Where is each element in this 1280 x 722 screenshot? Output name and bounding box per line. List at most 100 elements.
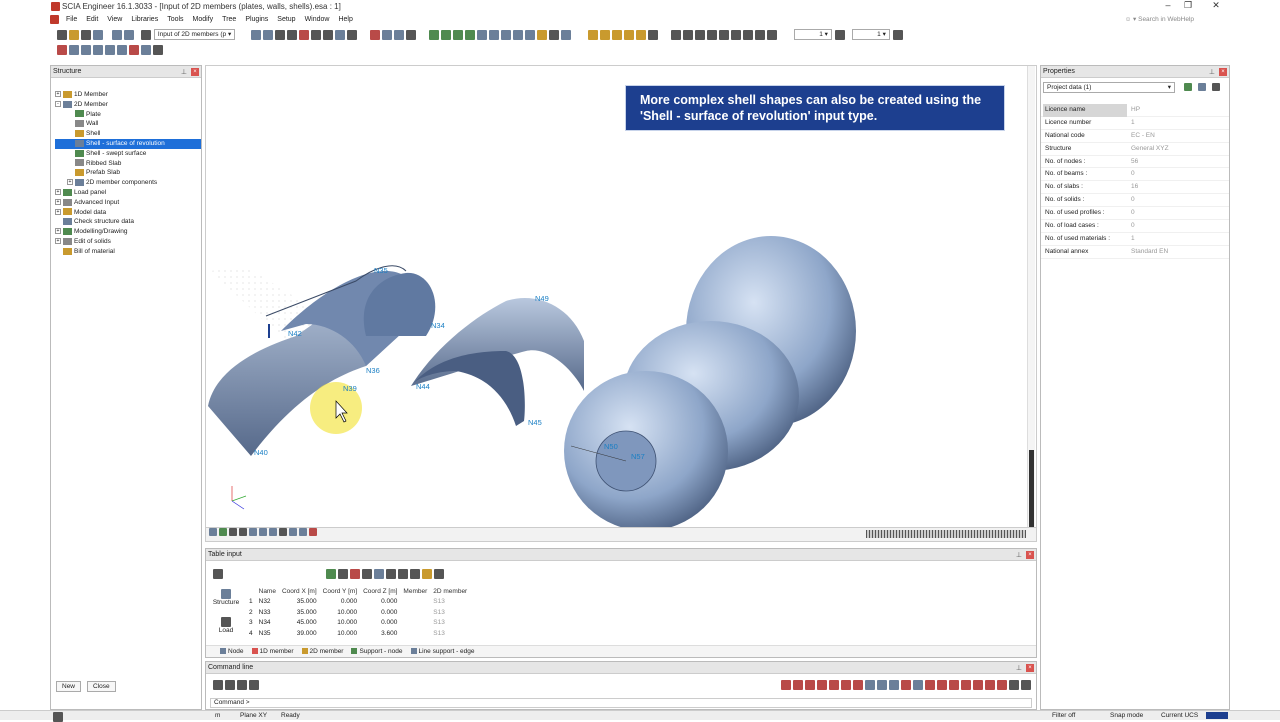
document-icon[interactable] <box>50 15 59 24</box>
snap-icon[interactable] <box>925 680 935 690</box>
table-cell[interactable]: S13 <box>430 628 470 639</box>
tool-icon[interactable] <box>237 680 247 690</box>
edit-icon[interactable] <box>1198 83 1206 91</box>
tree-item[interactable]: Shell <box>55 129 201 139</box>
table-row[interactable]: 3 N34 45.000 10.000 0.000 S13 <box>246 618 470 629</box>
node-label[interactable]: N36 <box>366 366 380 375</box>
tool-icon[interactable] <box>600 29 611 40</box>
tool-icon[interactable] <box>263 29 274 40</box>
tool-icon[interactable] <box>370 29 381 40</box>
property-row[interactable]: Licence number 1 <box>1041 117 1229 130</box>
filter-icon[interactable] <box>421 569 432 579</box>
tool-icon[interactable] <box>892 29 903 40</box>
table-cell[interactable] <box>400 597 430 608</box>
tree-item[interactable]: + Advanced Input <box>55 198 201 208</box>
table-cell[interactable]: 10.000 <box>320 618 360 629</box>
tool-icon[interactable] <box>742 29 753 40</box>
tool-icon[interactable] <box>453 29 464 40</box>
property-row[interactable]: No. of slabs : 16 <box>1041 181 1229 195</box>
structure-side-tab[interactable]: Structure <box>209 589 243 606</box>
table-cell[interactable]: 35.000 <box>279 597 320 608</box>
snap-icon[interactable] <box>793 680 803 690</box>
status-snap[interactable]: Snap mode <box>1110 712 1143 719</box>
table-cell[interactable]: 3.600 <box>360 628 400 639</box>
table-row[interactable]: 1 N32 35.000 0.000 0.000 S13 <box>246 597 470 608</box>
expand-icon[interactable]: + <box>55 199 61 206</box>
tool-icon[interactable] <box>275 29 286 40</box>
snap-icon[interactable] <box>973 680 983 690</box>
tool-icon[interactable] <box>69 45 79 55</box>
tool-icon[interactable] <box>57 45 67 55</box>
print-icon[interactable] <box>93 29 103 40</box>
property-row[interactable]: Structure General XYZ <box>1041 143 1229 156</box>
tree-item[interactable]: Prefab Slab <box>55 168 201 178</box>
snap-icon[interactable] <box>877 680 887 690</box>
tool-icon[interactable] <box>636 29 647 40</box>
close-button[interactable]: Close <box>86 681 116 692</box>
table-cell[interactable]: N35 <box>256 628 279 639</box>
menu-window[interactable]: Window <box>305 16 330 23</box>
tab-1d-member[interactable]: 1D member <box>251 648 294 655</box>
view-tool-icon[interactable] <box>209 528 217 536</box>
tree-item[interactable]: + Edit of solids <box>55 237 201 247</box>
table-cell[interactable] <box>400 607 430 618</box>
node-label[interactable]: N49 <box>535 294 549 303</box>
tool-icon[interactable] <box>409 569 420 579</box>
tree-item[interactable]: Shell - swept surface <box>55 149 201 159</box>
view-tool-icon[interactable] <box>279 528 287 536</box>
node-label[interactable]: N34 <box>431 321 445 330</box>
property-row[interactable]: No. of used materials : 1 <box>1041 233 1229 246</box>
tool-icon[interactable] <box>397 569 408 579</box>
tree-item[interactable]: + Modelling/Drawing <box>55 227 201 237</box>
tool-icon[interactable] <box>225 680 235 690</box>
node-label[interactable]: N44 <box>416 382 430 391</box>
property-row[interactable]: No. of nodes : 56 <box>1041 156 1229 169</box>
property-row[interactable]: No. of solids : 0 <box>1041 194 1229 208</box>
table-cell[interactable]: 39.000 <box>279 628 320 639</box>
close-icon[interactable]: × <box>1026 551 1034 559</box>
table-cell[interactable] <box>400 618 430 629</box>
check-icon[interactable] <box>325 569 336 579</box>
collapse-icon[interactable]: - <box>55 101 61 108</box>
new-button[interactable]: New <box>56 681 82 692</box>
tab-2d-member[interactable]: 2D member <box>301 648 343 655</box>
load-side-tab[interactable]: Load <box>209 617 243 634</box>
zoom-icon[interactable] <box>489 29 500 40</box>
table-cell[interactable]: 0.000 <box>360 607 400 618</box>
table-cell[interactable]: 45.000 <box>279 618 320 629</box>
tool-icon[interactable] <box>730 29 741 40</box>
view-tool-icon[interactable] <box>259 528 267 536</box>
snap-icon[interactable] <box>985 680 995 690</box>
tab-support-node[interactable]: Support - node <box>351 648 403 655</box>
view-tool-icon[interactable] <box>269 528 277 536</box>
snap-icon[interactable] <box>1021 680 1031 690</box>
search-input[interactable]: ☺ ▾ Search in WebHelp <box>1125 15 1194 23</box>
node-label[interactable]: N45 <box>528 418 542 427</box>
tool-icon[interactable] <box>337 569 348 579</box>
table-cell[interactable]: 3 <box>246 618 256 629</box>
expand-icon[interactable]: + <box>67 179 73 186</box>
new-icon[interactable] <box>57 29 67 40</box>
table-cell[interactable]: 35.000 <box>279 607 320 618</box>
settings-icon[interactable] <box>1212 83 1220 91</box>
tool-icon[interactable] <box>441 29 452 40</box>
snap-icon[interactable] <box>889 680 899 690</box>
redo-icon[interactable] <box>123 29 134 40</box>
tree-item[interactable]: Ribbed Slab <box>55 159 201 169</box>
status-ucs[interactable]: Current UCS <box>1161 712 1198 719</box>
expand-icon[interactable]: + <box>55 208 61 215</box>
timeline-bar[interactable] <box>866 530 1026 538</box>
tree-item[interactable]: Bill of material <box>55 247 201 257</box>
tool-icon[interactable] <box>588 29 599 40</box>
menu-view[interactable]: View <box>107 16 122 23</box>
tool-icon[interactable] <box>373 569 384 579</box>
tool-icon[interactable] <box>561 29 572 40</box>
view-tool-icon[interactable] <box>249 528 257 536</box>
tool-icon[interactable] <box>648 29 659 40</box>
menu-tree[interactable]: Tree <box>222 16 236 23</box>
table-cell[interactable]: 0.000 <box>360 597 400 608</box>
menu-help[interactable]: Help <box>338 16 352 23</box>
tool-icon[interactable] <box>251 29 262 40</box>
zoom-icon[interactable] <box>501 29 512 40</box>
pin-icon[interactable]: ⊥ <box>181 67 187 79</box>
